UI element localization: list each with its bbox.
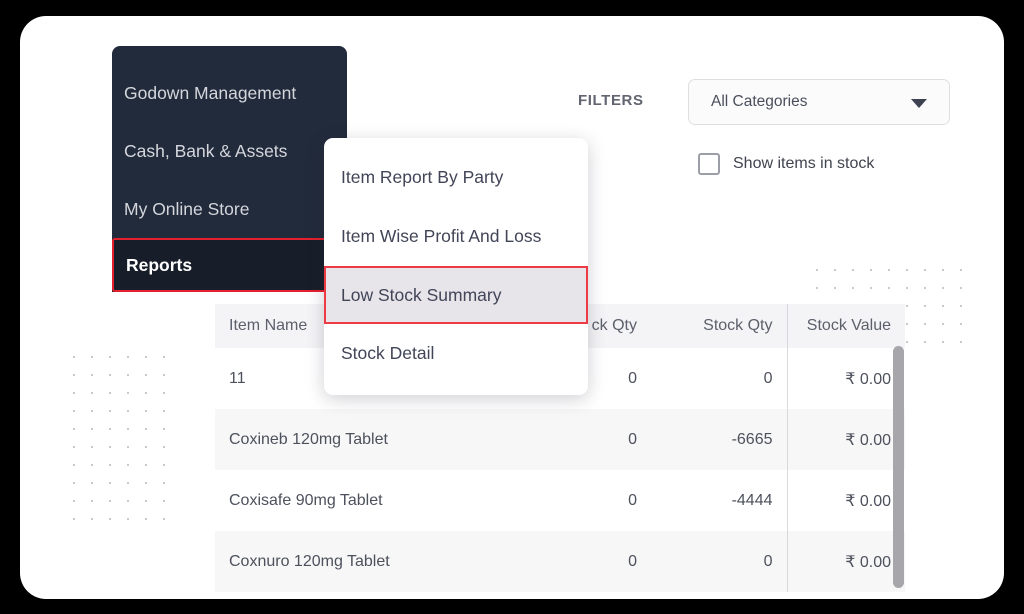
submenu-item-low-stock-summary[interactable]: Low Stock Summary — [324, 266, 588, 324]
cell-ck-qty: 0 — [515, 531, 651, 592]
cell-item-name: Coxisafe 90mg Tablet — [215, 470, 515, 531]
submenu-item-label: Low Stock Summary — [341, 284, 502, 305]
cell-stock-value: ₹ 0.00 — [786, 531, 905, 592]
sidebar-item-cash-bank-assets[interactable]: Cash, Bank & Assets — [112, 122, 347, 180]
show-items-in-stock-checkbox[interactable] — [698, 153, 720, 175]
show-items-in-stock-label: Show items in stock — [733, 155, 875, 172]
reports-submenu: Item Report By Party Item Wise Profit An… — [324, 138, 588, 395]
cell-stock-qty: 0 — [651, 348, 787, 409]
sidebar-item-reports[interactable]: Reports — [112, 238, 347, 292]
filters-label: FILTERS — [578, 92, 644, 109]
column-header-stock-value[interactable]: Stock Value — [786, 304, 905, 348]
chevron-down-icon — [911, 99, 927, 108]
cell-ck-qty: 0 — [515, 470, 651, 531]
sidebar-item-label: Reports — [126, 254, 193, 275]
show-items-in-stock-row[interactable]: Show items in stock — [698, 153, 874, 175]
sidebar-item-label: My Online Store — [124, 198, 250, 219]
table-row[interactable]: Coxnuro 120mg Tablet 0 0 ₹ 0.00 — [215, 531, 905, 592]
cell-stock-qty: 0 — [651, 531, 787, 592]
screenshot-frame: FILTERS All Categories Show items in sto… — [0, 0, 1024, 614]
sidebar-item-label: Cash, Bank & Assets — [124, 140, 288, 161]
decorative-dot-grid-left — [63, 346, 178, 521]
cell-ck-qty: 0 — [515, 409, 651, 470]
cell-stock-qty: -6665 — [651, 409, 787, 470]
submenu-item-stock-detail[interactable]: Stock Detail — [324, 324, 588, 383]
sidebar-item-label: Godown Management — [124, 82, 297, 103]
table-row[interactable]: Coxisafe 90mg Tablet 0 -4444 ₹ 0.00 — [215, 470, 905, 531]
cell-item-name: Coxnuro 120mg Tablet — [215, 531, 515, 592]
sidebar-nav: Godown Management Cash, Bank & Assets My… — [112, 46, 347, 292]
cell-stock-value: ₹ 0.00 — [786, 470, 905, 531]
sidebar-item-my-online-store[interactable]: My Online Store — [112, 180, 347, 238]
cell-stock-value: ₹ 0.00 — [786, 348, 905, 409]
sidebar-item-godown-management[interactable]: Godown Management — [112, 64, 347, 122]
submenu-item-item-wise-profit-and-loss[interactable]: Item Wise Profit And Loss — [324, 207, 588, 266]
category-filter-value: All Categories — [711, 93, 808, 110]
submenu-item-label: Stock Detail — [341, 343, 435, 363]
submenu-item-label: Item Wise Profit And Loss — [341, 226, 542, 246]
table-vertical-scrollbar[interactable] — [893, 346, 904, 588]
column-header-stock-qty[interactable]: Stock Qty — [651, 304, 787, 348]
cell-stock-qty: -4444 — [651, 470, 787, 531]
cell-item-name: Coxineb 120mg Tablet — [215, 409, 515, 470]
table-row[interactable]: Coxineb 120mg Tablet 0 -6665 ₹ 0.00 — [215, 409, 905, 470]
submenu-item-item-report-by-party[interactable]: Item Report By Party — [324, 148, 588, 207]
app-card: FILTERS All Categories Show items in sto… — [20, 16, 1004, 599]
submenu-item-label: Item Report By Party — [341, 167, 504, 187]
cell-stock-value: ₹ 0.00 — [786, 409, 905, 470]
category-filter-select[interactable]: All Categories — [688, 79, 950, 125]
